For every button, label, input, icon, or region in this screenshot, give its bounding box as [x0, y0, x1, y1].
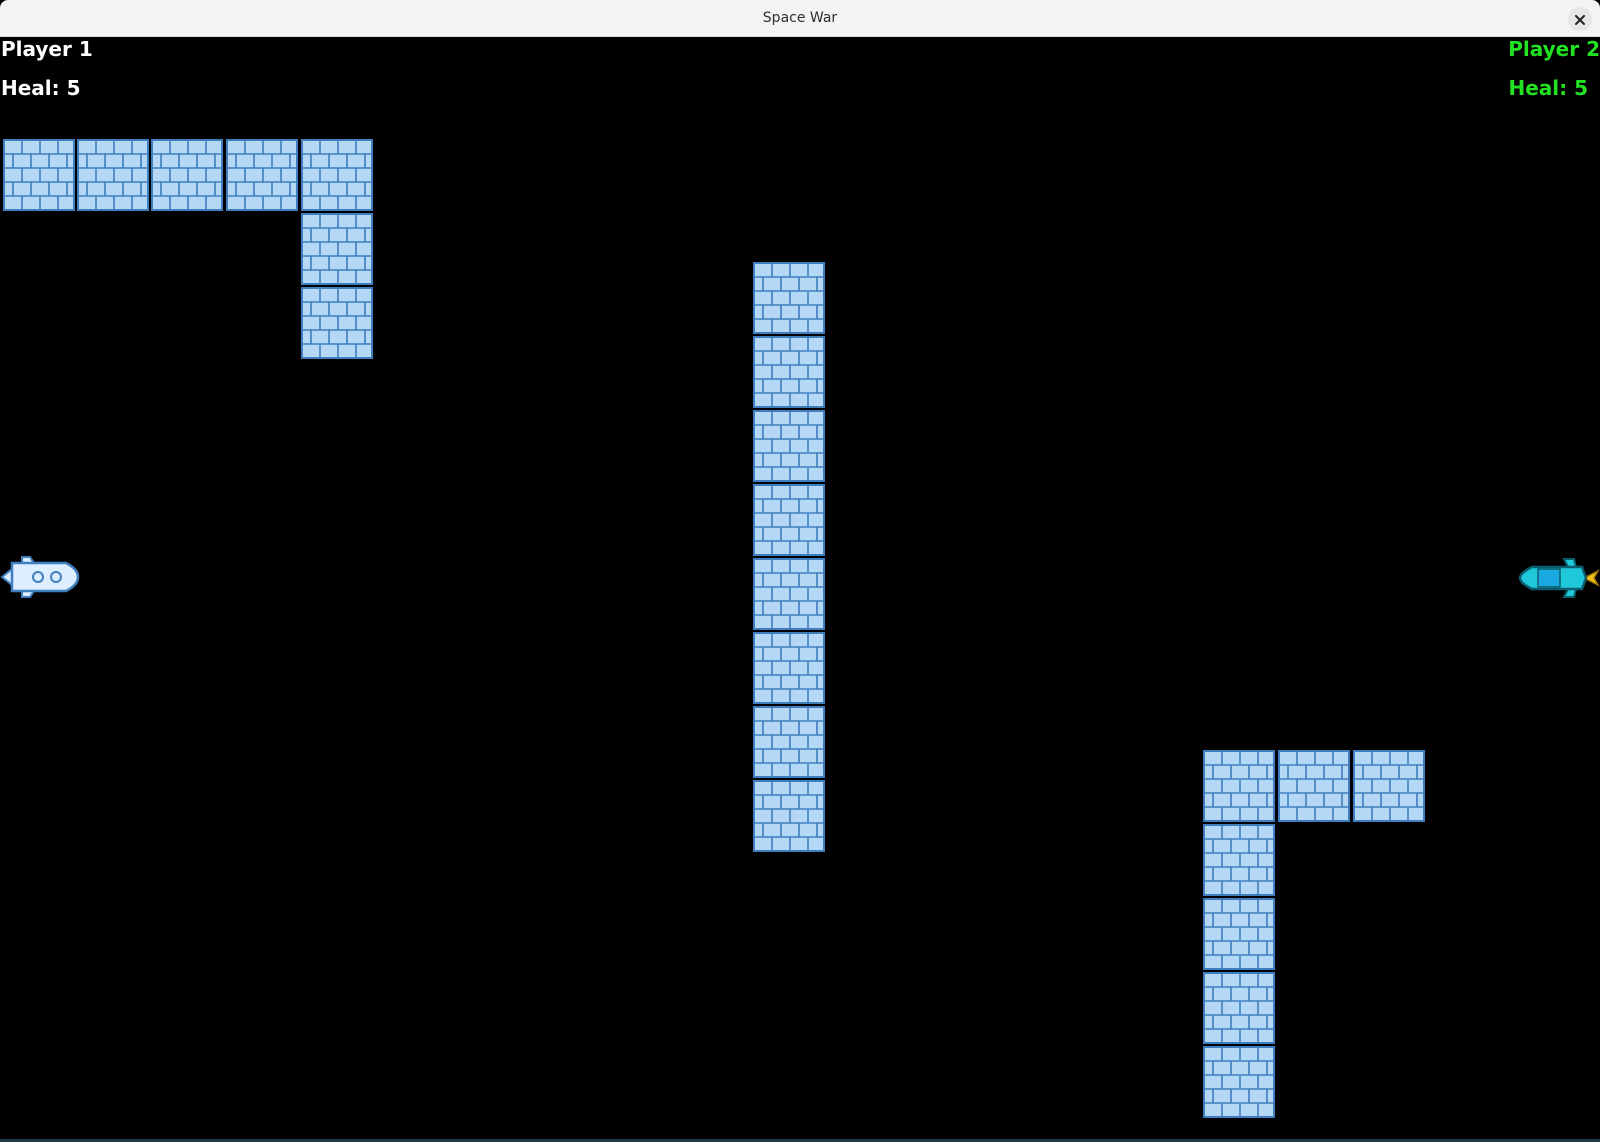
wall-block	[1203, 898, 1275, 970]
brick-wall-icon	[301, 139, 373, 211]
rocket-ship-icon	[0, 556, 80, 598]
brick-wall-icon	[753, 632, 825, 704]
wall-block	[301, 287, 373, 359]
wall-block	[753, 706, 825, 778]
brick-wall-icon	[1203, 750, 1275, 822]
wall-block	[151, 139, 223, 211]
window-title: Space War	[762, 10, 838, 26]
wall-block	[753, 262, 825, 334]
wall-block	[753, 632, 825, 704]
player1-heal: Heal: 5	[1, 76, 81, 100]
wall-block	[753, 558, 825, 630]
title-bar: Space War	[0, 0, 1600, 37]
brick-wall-icon	[77, 139, 149, 211]
brick-wall-icon	[753, 410, 825, 482]
wall-block	[1278, 750, 1350, 822]
brick-wall-icon	[151, 139, 223, 211]
brick-wall-icon	[1353, 750, 1425, 822]
brick-wall-icon	[301, 213, 373, 285]
player2-label: Player 2	[1508, 37, 1600, 61]
close-icon	[1575, 10, 1585, 29]
wall-block	[1203, 824, 1275, 896]
wall-block	[1203, 972, 1275, 1044]
brick-wall-icon	[753, 706, 825, 778]
wall-block	[77, 139, 149, 211]
wall-block	[1353, 750, 1425, 822]
brick-wall-icon	[753, 336, 825, 408]
player1-ship	[0, 555, 80, 603]
brick-wall-icon	[3, 139, 75, 211]
wall-block	[753, 484, 825, 556]
wall-block	[3, 139, 75, 211]
player1-label: Player 1	[1, 37, 93, 61]
brick-wall-icon	[1203, 972, 1275, 1044]
brick-wall-icon	[753, 262, 825, 334]
game-window: Space War Player 1 Heal: 5 Player 2 Heal…	[0, 0, 1600, 1142]
wall-block	[753, 336, 825, 408]
wall-block	[301, 139, 373, 211]
player2-ship	[1518, 557, 1600, 603]
wall-block	[753, 780, 825, 852]
brick-wall-icon	[1203, 898, 1275, 970]
player2-heal: Heal: 5	[1508, 76, 1588, 100]
wall-block	[1203, 750, 1275, 822]
brick-wall-icon	[1203, 824, 1275, 896]
wall-block	[301, 213, 373, 285]
brick-wall-icon	[753, 484, 825, 556]
wall-block	[753, 410, 825, 482]
brick-wall-icon	[1203, 1046, 1275, 1118]
wall-block	[226, 139, 298, 211]
wall-block	[1203, 1046, 1275, 1118]
brick-wall-icon	[226, 139, 298, 211]
brick-wall-icon	[753, 558, 825, 630]
rocket-ship-icon	[1518, 558, 1600, 598]
game-canvas: Player 1 Heal: 5 Player 2 Heal: 5	[0, 37, 1600, 1142]
brick-wall-icon	[1278, 750, 1350, 822]
brick-wall-icon	[753, 780, 825, 852]
close-button[interactable]	[1568, 7, 1592, 31]
brick-wall-icon	[301, 287, 373, 359]
